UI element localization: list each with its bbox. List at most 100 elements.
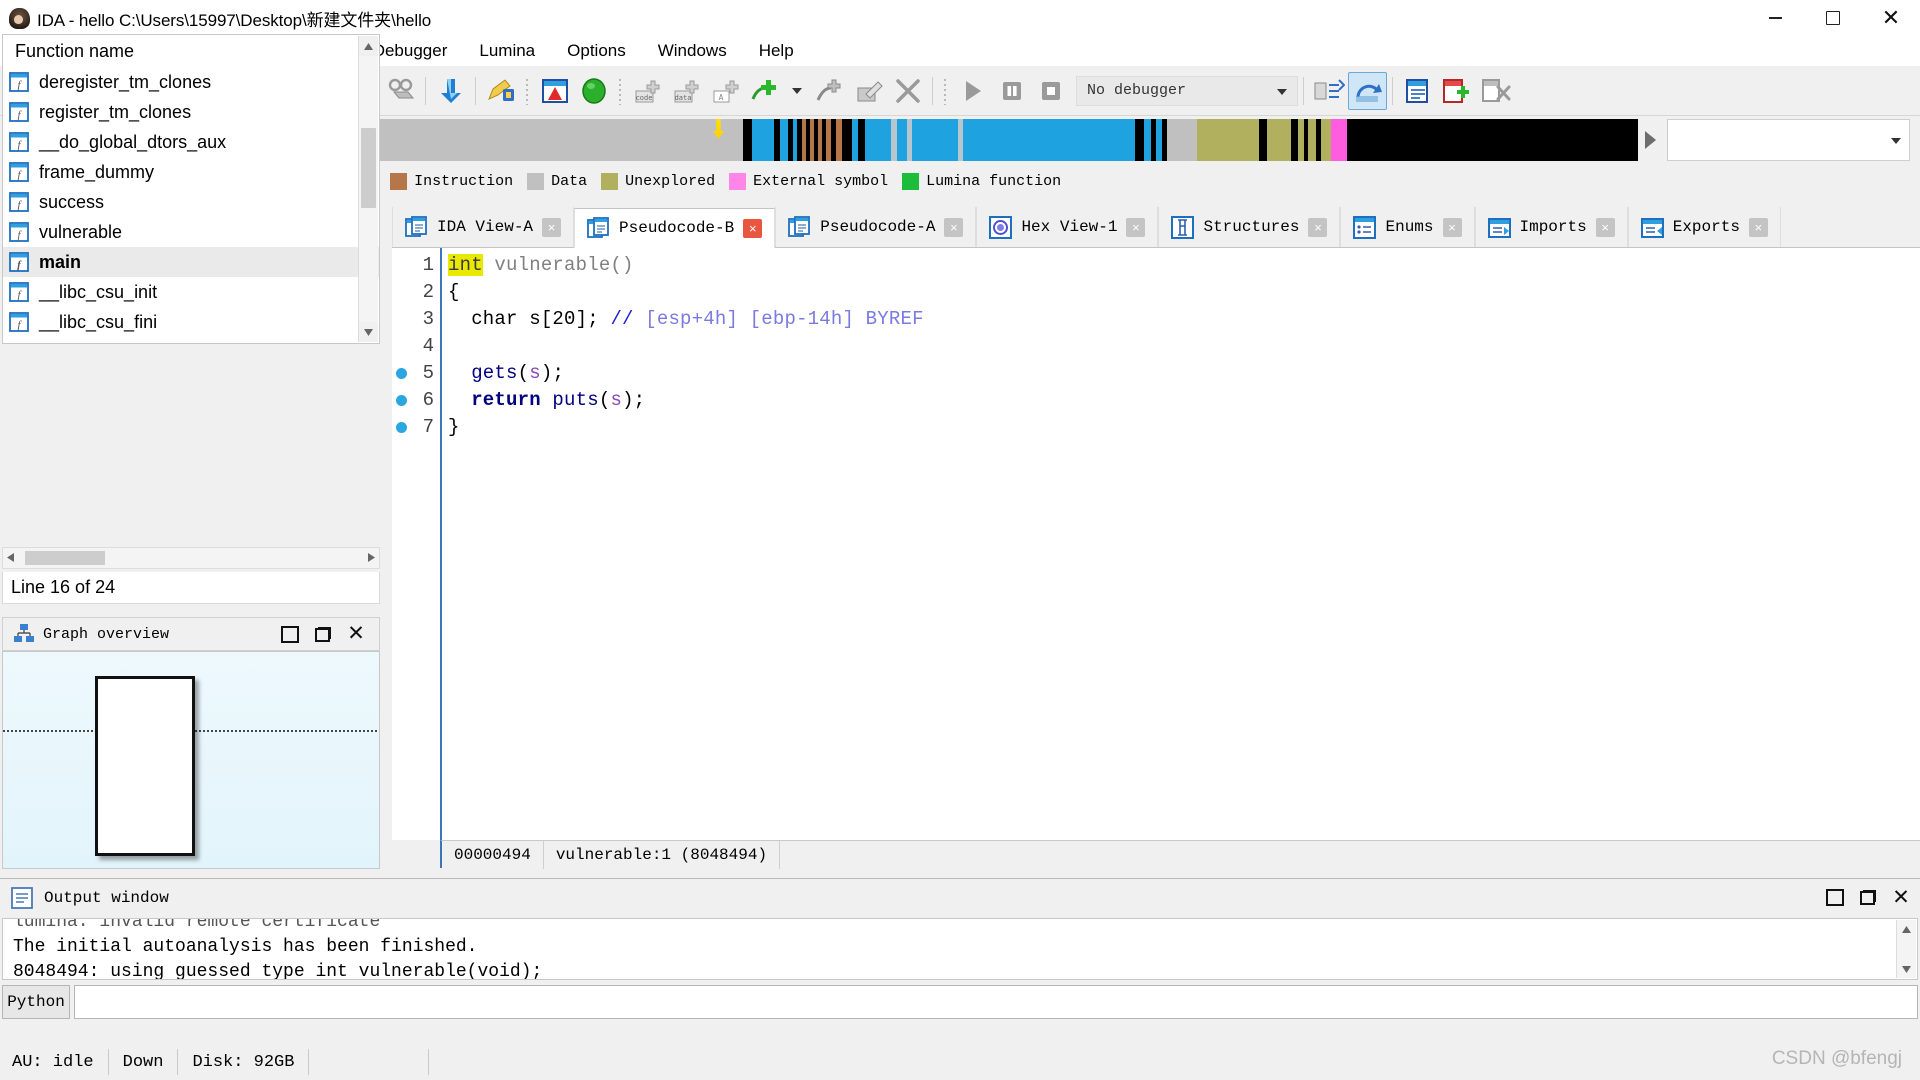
close-icon[interactable]: ✕ [1892,887,1910,908]
tab-label: Pseudocode-A [820,218,936,236]
function-list-item[interactable]: f frame_dummy [3,157,379,187]
debugger-select[interactable]: No debugger [1076,75,1298,106]
graph-overview-canvas[interactable] [2,651,380,869]
output-log[interactable]: lumina: invalid remote certificate The i… [2,918,1918,980]
run-icon[interactable] [953,72,992,110]
tab-ida-view-a[interactable]: IDA View-A × [392,207,575,247]
jump-down-icon[interactable] [431,72,470,110]
open-subviews-icon[interactable] [1398,72,1437,110]
function-name-label: vulnerable [39,221,123,242]
function-list-item[interactable]: f __libc_csu_init [3,277,379,307]
dock-icon[interactable] [1860,890,1876,905]
make-data-icon[interactable]: data [667,72,706,110]
tab-close-icon[interactable]: × [743,218,763,238]
scroll-down-icon[interactable] [1897,960,1916,978]
tab-structures[interactable]: Structures × [1158,207,1341,247]
breakpoint-marker-icon[interactable] [396,395,407,406]
menu-item-windows[interactable]: Windows [642,39,743,63]
functions-column-header[interactable]: Function name [3,35,379,67]
tab-pseudocode-b[interactable]: Pseudocode-B × [574,208,776,248]
delete-function-icon[interactable] [810,72,849,110]
tab-close-icon[interactable]: × [1442,217,1462,237]
tab-close-icon[interactable]: × [542,217,562,237]
functions-list[interactable]: Function name f deregister_tm_clones f regi… [2,34,380,344]
pseudocode-editor[interactable]: int vulnerable() { char s[20]; // [esp+4… [440,248,1920,840]
tab-exports[interactable]: Exports × [1627,207,1781,247]
tab-imports[interactable]: Imports × [1474,207,1628,247]
scrollbar-thumb[interactable] [361,128,376,208]
code-line-5[interactable]: gets(s); [448,362,564,384]
cli-input[interactable] [74,985,1918,1019]
pause-icon[interactable] [992,72,1031,110]
function-list-item[interactable]: f __do_global_dtors_aux [3,127,379,157]
hscrollbar-thumb[interactable] [25,551,105,565]
code-line-7[interactable]: } [448,416,460,438]
navband-segment [788,119,793,161]
search-next-icon[interactable] [381,72,420,110]
make-ascii-icon[interactable]: A [706,72,745,110]
tab-hex-view-1[interactable]: Hex View-1 × [976,207,1159,247]
scroll-up-icon[interactable] [1897,920,1916,938]
tab-close-icon[interactable]: × [944,217,964,237]
add-breakpoint-icon[interactable] [1437,72,1476,110]
step-over-icon[interactable] [1348,71,1387,110]
tab-close-icon[interactable]: × [1126,217,1146,237]
menu-item-help[interactable]: Help [743,39,810,63]
undefine-icon[interactable] [888,72,927,110]
scroll-up-icon[interactable] [359,36,378,56]
code-paren-close-2: ); [622,389,646,411]
clear-breakpoints-icon[interactable] [1476,72,1515,110]
green-circle-icon[interactable] [574,72,613,110]
maximize-icon[interactable] [1804,0,1862,36]
breakpoint-marker-icon[interactable] [396,422,407,433]
chevron-down-icon [1277,88,1287,95]
function-list-item[interactable]: f success [3,187,379,217]
code-line-6[interactable]: return puts(s); [448,389,645,411]
breakpoint-marker-icon[interactable] [396,368,407,379]
function-list-item[interactable]: f __libc_csu_fini [3,307,379,337]
toolbar-grip-6[interactable] [942,76,949,105]
code-line-3[interactable]: char s[20]; // [esp+4h] [ebp-14h] BYREF [448,308,924,330]
add-function-icon[interactable] [745,72,784,110]
restore-icon[interactable] [1826,889,1844,907]
make-code-icon[interactable]: code [628,72,667,110]
svg-text:data: data [674,94,691,102]
menu-item-lumina[interactable]: Lumina [463,39,551,63]
tab-pseudocode-a[interactable]: Pseudocode-A × [775,207,977,247]
cli-row: Python [2,984,1918,1020]
edit-function-icon[interactable] [481,72,520,110]
add-function-dropdown-icon[interactable] [784,72,810,110]
function-list-item[interactable]: f main [3,247,379,277]
step-into-icon[interactable] [1309,72,1348,110]
navband-segment [1156,119,1162,161]
function-list-item[interactable]: f vulnerable [3,217,379,247]
menu-item-options[interactable]: Options [551,39,642,63]
output-scrollbar[interactable] [1896,920,1916,978]
toolbar-grip-4[interactable] [524,76,531,105]
tab-close-icon[interactable]: × [1748,217,1768,237]
minimize-icon[interactable] [1746,0,1804,36]
edit-segment-icon[interactable] [849,72,888,110]
cli-language-button[interactable]: Python [2,985,70,1019]
close-icon[interactable]: ✕ [1862,0,1920,36]
scroll-down-icon[interactable] [359,322,378,342]
code-line-2[interactable]: { [448,281,460,303]
hscroll-left-icon[interactable] [3,549,14,567]
nav-scroll-right-icon[interactable] [1640,118,1660,162]
navband-zoom-combo[interactable] [1667,119,1910,161]
functions-list-scrollbar[interactable] [358,36,378,342]
tab-close-icon[interactable]: × [1308,217,1328,237]
warning-icon[interactable] [535,72,574,110]
tab-close-icon[interactable]: × [1595,217,1615,237]
function-list-item[interactable]: f deregister_tm_clones [3,67,379,97]
stop-icon[interactable] [1031,72,1070,110]
hscroll-right-icon[interactable] [368,549,379,567]
status-au: AU: idle [0,1049,109,1075]
function-list-item[interactable]: f register_tm_clones [3,97,379,127]
functions-hscrollbar[interactable] [2,547,380,569]
code-line-1[interactable]: int vulnerable() [448,254,634,276]
tab-enums[interactable]: Enums × [1340,207,1475,247]
navband-segment [836,119,842,161]
graph-overview-viewport[interactable] [95,676,195,856]
toolbar-grip-5[interactable] [617,76,624,105]
